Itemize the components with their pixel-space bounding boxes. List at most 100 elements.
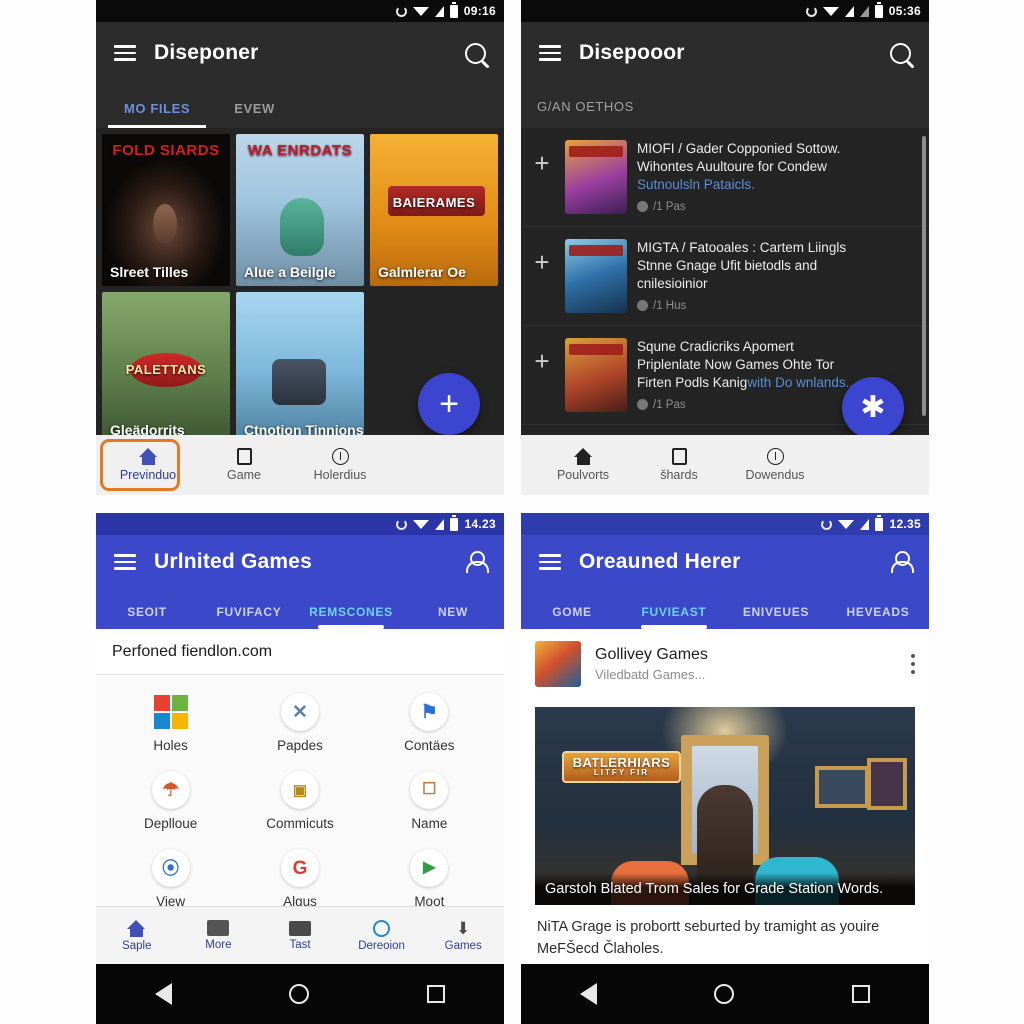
game-tile[interactable]: Ctnotion Tinnions xyxy=(236,292,364,444)
list-line-1: Squne Cradicriks Apomert xyxy=(637,339,794,354)
list-line-2: Stnne Gnage Ufit bietodls and xyxy=(637,258,818,274)
plus-icon[interactable]: + xyxy=(529,239,555,313)
panel-top-left: 09:16 Diseponer MO FILES EVEW FOLD SIARD… xyxy=(96,0,504,495)
bottom-nav-item-shards[interactable]: šhards xyxy=(631,448,727,482)
app-item-commicuts[interactable]: ▣ Commicuts xyxy=(235,771,364,831)
back-triangle-icon[interactable] xyxy=(154,983,172,1005)
app-item-holes[interactable]: Holes xyxy=(106,693,235,753)
list-item[interactable]: + MIGTA / Fatooales : Cartem Liingls Stn… xyxy=(521,227,929,326)
app-item-papdes[interactable]: ✕ Papdes xyxy=(235,693,364,753)
bottom-nav-top-right: Poulvorts šhards Dowendus xyxy=(521,435,929,495)
store-thumbnail xyxy=(535,641,581,687)
camera-icon xyxy=(207,920,230,936)
tab-fuvieast[interactable]: FUVIEAST xyxy=(623,605,725,629)
sync-icon xyxy=(805,5,817,17)
kebab-menu-icon[interactable] xyxy=(911,654,915,674)
bottom-nav-item-games[interactable]: ⬇ Games xyxy=(422,920,504,952)
list-meta-text: /1 Pas xyxy=(653,200,686,213)
tab-heveads[interactable]: HEVEADS xyxy=(827,605,929,629)
bottom-nav-label: Dereoion xyxy=(358,939,405,952)
app-item-name[interactable]: ☐ Name xyxy=(365,771,494,831)
back-triangle-icon[interactable] xyxy=(579,983,597,1005)
status-bar-bottom-right: 12.35 xyxy=(521,513,929,535)
recents-square-icon[interactable] xyxy=(852,985,871,1003)
hero-picture-frame xyxy=(815,766,870,809)
bottom-nav-label: Game xyxy=(226,468,262,482)
sync-icon xyxy=(395,5,407,17)
bottom-nav-item-dowendus[interactable]: Dowendus xyxy=(727,448,823,482)
app-item-view[interactable]: ⦿ View xyxy=(106,849,235,909)
tab-mo-files[interactable]: MO FILES xyxy=(102,101,212,128)
tab-seoit[interactable]: SEOIT xyxy=(96,605,198,629)
app-label: Contäes xyxy=(404,738,455,753)
tab-gome[interactable]: GOME xyxy=(521,605,623,629)
app-item-moot[interactable]: ▶ Moot xyxy=(365,849,494,909)
app-item-deplloue[interactable]: ☂ Deplloue xyxy=(106,771,235,831)
hero-image[interactable]: BATLERHIARS LITFY FIR Garstoh Blated Tro… xyxy=(535,707,915,905)
download-arrow-icon: ⬇ xyxy=(456,918,471,938)
home-circle-icon[interactable] xyxy=(289,984,310,1004)
hamburger-icon[interactable] xyxy=(539,554,561,570)
plus-icon[interactable]: + xyxy=(529,338,555,412)
ticket-icon: ▣ xyxy=(280,771,319,809)
bottom-nav-item-more[interactable]: More xyxy=(178,920,260,951)
panel-top-right: 05:36 Disepooor G/AN OETHOS + MIOFI / Ga… xyxy=(521,0,929,495)
tab-enivelies[interactable]: ENIVEUES xyxy=(725,605,827,629)
game-tile[interactable]: BAIERAMES Galmlerar Oe xyxy=(370,134,498,286)
clock-icon xyxy=(396,518,408,530)
app-item-contaes[interactable]: ⚑ Contäes xyxy=(365,693,494,753)
signal-icon xyxy=(435,518,445,530)
game-tile[interactable]: FOLD SIARDS Slreet Tilles xyxy=(102,134,230,286)
tab-remscones[interactable]: REMSCONES xyxy=(300,605,402,629)
plus-icon[interactable]: + xyxy=(529,140,555,214)
list-line-2: Priplenlate Now Games Ohte Tor xyxy=(637,357,835,373)
status-time: 12.35 xyxy=(889,517,921,531)
tab-evew[interactable]: EVEW xyxy=(212,101,297,128)
bottom-nav-item-poulvorts[interactable]: Poulvorts xyxy=(535,448,631,482)
hamburger-icon[interactable] xyxy=(539,45,561,61)
bottom-nav-item-tast[interactable]: Tast xyxy=(259,920,341,951)
bottom-nav-label: Holerdius xyxy=(313,468,367,482)
bottom-nav-item-holerdius[interactable]: Holerdius xyxy=(292,448,388,482)
list-line-1: MIOFI / Gader Copponied Sottow. xyxy=(637,141,841,156)
swirl-icon: ⦿ xyxy=(151,849,190,887)
section-header-row: G/AN OETHOS xyxy=(521,84,929,128)
game-tile[interactable]: WA ENRDATS Alue a Beilgle xyxy=(236,134,364,286)
tab-new[interactable]: NEW xyxy=(402,605,504,629)
bottom-nav-item-game[interactable]: Game xyxy=(196,448,292,482)
primary-fab-button[interactable]: ✱ xyxy=(842,377,904,439)
hamburger-icon[interactable] xyxy=(114,45,136,61)
signal-icon xyxy=(860,518,870,530)
bottom-nav-item-dereoion[interactable]: Dereoion xyxy=(341,919,423,952)
scrollbar[interactable] xyxy=(922,136,926,416)
home-circle-icon[interactable] xyxy=(714,984,735,1004)
signal-icon xyxy=(434,5,444,17)
add-fab-button[interactable]: + xyxy=(418,373,480,435)
list-text: MIOFI / Gader Copponied Sottow. Wihontes… xyxy=(637,140,917,214)
store-header-row[interactable]: Gollivey Games Viledbatd Games... xyxy=(521,629,929,699)
wifi-icon xyxy=(838,519,855,529)
list-link[interactable]: with Do wnlands.. xyxy=(747,375,853,390)
url-bar[interactable]: Perfoned fiendlon.com xyxy=(96,629,504,675)
list-link[interactable]: Sutnoulsln Pataicls. xyxy=(637,176,917,194)
list-thumbnail xyxy=(565,140,627,214)
list-thumbnail xyxy=(565,338,627,412)
status-time: 14.23 xyxy=(464,517,496,531)
app-item-algus[interactable]: G Algus xyxy=(235,849,364,909)
hero-logo-sub: LITFY FIR xyxy=(593,768,650,778)
search-icon[interactable] xyxy=(465,42,486,64)
list-meta: /1 Hus xyxy=(637,300,917,312)
person-icon[interactable] xyxy=(464,551,489,573)
recents-square-icon[interactable] xyxy=(427,985,446,1003)
hamburger-icon[interactable] xyxy=(114,554,136,570)
page-title: Urlnited Games xyxy=(154,550,313,573)
list-item[interactable]: + MIOFI / Gader Copponied Sottow. Wihont… xyxy=(521,128,929,227)
tab-fuvifacy[interactable]: FUVIFACY xyxy=(198,605,300,629)
bottom-nav-item-saple[interactable]: Saple xyxy=(96,919,178,952)
person-icon[interactable] xyxy=(889,551,914,573)
game-tile[interactable]: PALETTANS Gleädorrits xyxy=(102,292,230,444)
bottom-nav-label: Saple xyxy=(122,939,152,952)
tile-overlay-title: PALETTANS xyxy=(125,361,207,377)
search-icon[interactable] xyxy=(890,42,911,64)
bottom-nav-label: Tast xyxy=(289,938,311,951)
